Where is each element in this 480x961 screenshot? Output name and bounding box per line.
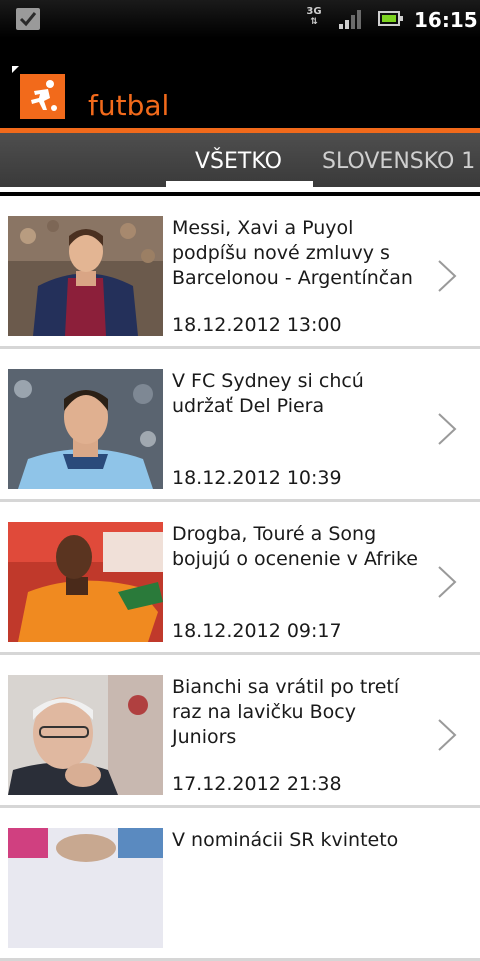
chevron-right-icon bbox=[438, 719, 457, 751]
list-item[interactable]: Drogba, Touré a Song bojujú o ocenenie v… bbox=[0, 502, 480, 655]
tab-vsetko[interactable]: VŠETKO bbox=[195, 149, 282, 174]
article-thumbnail bbox=[8, 522, 163, 642]
article-date: 18.12.2012 13:00 bbox=[172, 314, 342, 336]
article-list[interactable]: Messi, Xavi a Puyol podpíšu nové zmluvy … bbox=[0, 196, 480, 961]
article-title: Drogba, Touré a Song bojujú o ocenenie v… bbox=[172, 523, 418, 570]
app-header: futbal bbox=[0, 38, 480, 128]
network-type-label: 3G bbox=[306, 6, 322, 17]
status-bar: 3G ⇅ 16:15 bbox=[0, 0, 480, 38]
battery-icon bbox=[378, 11, 403, 26]
article-title: V FC Sydney si chcú udržať Del Piera bbox=[172, 370, 364, 417]
checkbox-notification-icon bbox=[16, 8, 40, 30]
list-item[interactable]: Messi, Xavi a Puyol podpíšu nové zmluvy … bbox=[0, 196, 480, 349]
list-item[interactable]: Bianchi sa vrátil po tretí raz na lavičk… bbox=[0, 655, 480, 808]
signal-icon bbox=[339, 10, 361, 29]
article-thumbnail bbox=[8, 828, 163, 948]
article-date: 18.12.2012 10:39 bbox=[172, 467, 342, 489]
article-thumbnail bbox=[8, 216, 163, 336]
soccer-player-icon[interactable] bbox=[20, 74, 65, 119]
article-title: Bianchi sa vrátil po tretí raz na lavičk… bbox=[172, 676, 400, 748]
chevron-right-icon bbox=[438, 260, 457, 292]
clock: 16:15 bbox=[414, 8, 478, 32]
article-thumbnail bbox=[8, 369, 163, 489]
tab-slovensko-1[interactable]: SLOVENSKO 1 bbox=[322, 149, 475, 174]
article-thumbnail bbox=[8, 675, 163, 795]
article-date: 17.12.2012 21:38 bbox=[172, 773, 342, 795]
list-item[interactable]: V nominácii SR kvinteto bbox=[0, 808, 480, 961]
chevron-right-icon bbox=[438, 413, 457, 445]
network-type-indicator: 3G ⇅ bbox=[305, 6, 323, 28]
article-date: 18.12.2012 09:17 bbox=[172, 620, 342, 642]
app-title: futbal bbox=[88, 89, 170, 122]
corner-marker bbox=[12, 66, 19, 73]
tab-bar: VŠETKO SLOVENSKO 1 bbox=[0, 133, 480, 187]
article-title: V nominácii SR kvinteto bbox=[172, 829, 399, 851]
chevron-right-icon bbox=[438, 566, 457, 598]
data-arrows-icon: ⇅ bbox=[310, 17, 318, 27]
article-title: Messi, Xavi a Puyol podpíšu nové zmluvy … bbox=[172, 217, 413, 289]
list-item[interactable]: V FC Sydney si chcú udržať Del Piera 18.… bbox=[0, 349, 480, 502]
